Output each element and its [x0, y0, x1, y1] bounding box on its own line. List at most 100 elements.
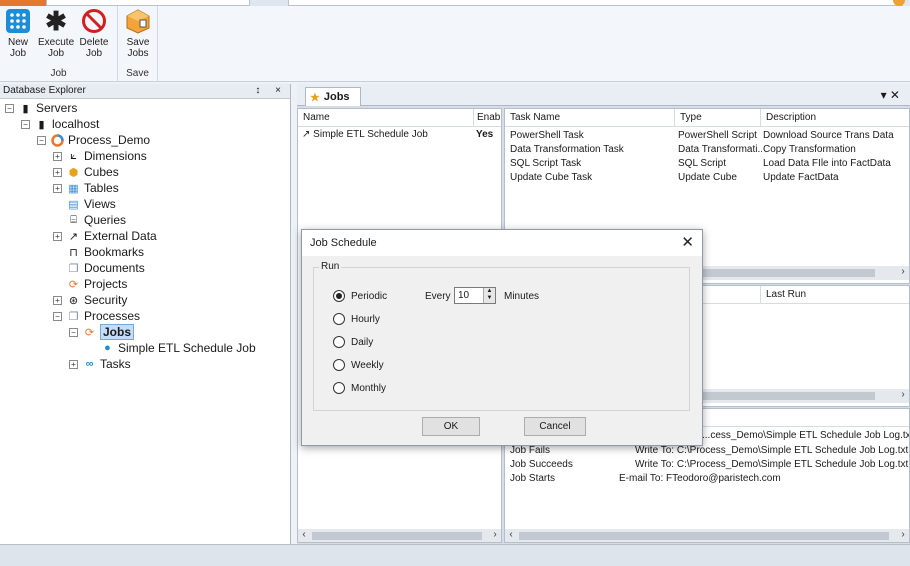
processes-icon: ❐ [68, 310, 79, 323]
tree-label: Dimensions [84, 149, 147, 163]
every-value[interactable]: 10 [458, 290, 469, 301]
column-header-last-run[interactable]: Last Run [761, 286, 909, 304]
task-row-name[interactable]: Update Cube Task [510, 172, 675, 183]
radio-dot[interactable] [333, 313, 345, 325]
radio-periodic[interactable]: Periodic [333, 290, 387, 302]
task-row-name[interactable]: Data Transformation Task [510, 144, 675, 155]
column-header-task-name[interactable]: Task Name [505, 109, 675, 127]
task-row-desc: Download Source Trans Data [763, 130, 894, 141]
tree-label: Views [84, 197, 116, 211]
tree-node-cubes[interactable]: + ⬢ Cubes [53, 164, 119, 180]
scroll-right-icon[interactable]: › [897, 389, 909, 400]
tree-node-servers[interactable]: − ▮ Servers [5, 100, 77, 116]
scroll-thumb[interactable] [312, 532, 482, 540]
column-header-type[interactable]: Type [675, 109, 761, 127]
tree-node-tasks[interactable]: + ∞ Tasks [69, 356, 131, 372]
tree-node-dimensions[interactable]: + ⟀ Dimensions [53, 148, 147, 164]
tree-label: Cubes [84, 165, 119, 179]
expand-icon[interactable]: + [53, 167, 62, 177]
radio-dot[interactable] [333, 382, 345, 394]
notification-action: ...cess_Demo\Simple ETL Schedule Job Log… [702, 430, 910, 441]
column-header-description[interactable]: Description [761, 109, 909, 127]
bookmark-icon: ⊓ [69, 246, 78, 259]
scroll-left-icon[interactable]: ‹ [298, 529, 310, 540]
execute-job-button[interactable]: ✱ Execute Job [38, 8, 74, 60]
close-icon[interactable]: ✕ [681, 233, 694, 251]
explorer-pin-close-icon[interactable]: ↕ × [255, 85, 287, 97]
new-job-button[interactable]: New Job [0, 8, 36, 59]
tree-node-process-demo[interactable]: − Process_Demo [37, 132, 150, 148]
expand-icon[interactable]: + [53, 151, 62, 161]
tree-node-queries[interactable]: ⌸ Queries [67, 212, 126, 228]
column-header-enabled[interactable]: Enabl [474, 109, 501, 127]
task-row-type: SQL Script [678, 158, 726, 169]
ribbon-group-save: Save Jobs Save [118, 6, 158, 82]
expand-icon[interactable]: + [69, 359, 78, 369]
notification-event[interactable]: Job Starts [510, 473, 630, 484]
scroll-right-icon[interactable]: › [897, 529, 909, 540]
jobs-row-name[interactable]: ↗ Simple ETL Schedule Job [302, 129, 472, 140]
every-stepper[interactable]: 10 ▲ ▼ [454, 287, 496, 304]
notification-event[interactable]: Job Fails [510, 445, 630, 456]
tree-node-documents[interactable]: ❐ Documents [67, 260, 145, 276]
notification-action: Write To: C:\Process_Demo\Simple ETL Sch… [635, 445, 909, 456]
scroll-right-icon[interactable]: › [489, 529, 501, 540]
radio-weekly[interactable]: Weekly [333, 359, 384, 371]
tab-jobs[interactable]: ★ Jobs [305, 87, 361, 106]
tree-node-tables[interactable]: + ▦ Tables [53, 180, 119, 196]
notification-action: Write To: C:\Process_Demo\Simple ETL Sch… [635, 459, 909, 470]
jobs-list-hscroll[interactable]: ‹ › [298, 529, 501, 542]
collapse-icon[interactable]: − [5, 103, 14, 113]
jobs-row-enabled: Yes [476, 129, 494, 140]
column-header-name[interactable]: Name [298, 109, 474, 127]
tree-node-localhost[interactable]: − ▮ localhost [21, 116, 99, 132]
tree-node-job-item[interactable]: ● Simple ETL Schedule Job [101, 340, 255, 356]
collapse-icon[interactable]: − [53, 311, 62, 321]
collapse-icon[interactable]: − [37, 135, 46, 145]
task-row-type: Update Cube [678, 172, 737, 183]
expand-icon[interactable]: + [53, 295, 62, 305]
view-icon: ▤ [68, 198, 79, 211]
radio-daily[interactable]: Daily [333, 336, 373, 348]
tree-node-views[interactable]: ▤ Views [67, 196, 116, 212]
radio-dot[interactable] [333, 359, 345, 371]
cube-icon: ⬢ [68, 166, 79, 179]
tree-node-security[interactable]: + ⊛ Security [53, 292, 127, 308]
security-icon: ⊛ [68, 294, 79, 307]
radio-monthly[interactable]: Monthly [333, 382, 386, 394]
tree-label: Tasks [100, 357, 131, 371]
radio-dot[interactable] [333, 336, 345, 348]
notifications-hscroll[interactable]: ‹ › [505, 529, 909, 542]
ok-button[interactable]: OK [422, 417, 480, 436]
tree-node-processes[interactable]: − ❐ Processes [53, 308, 140, 324]
collapse-icon[interactable]: − [21, 119, 30, 129]
scroll-left-icon[interactable]: ‹ [505, 529, 517, 540]
expand-icon[interactable]: + [53, 231, 62, 241]
notification-event[interactable]: Job Succeeds [510, 459, 630, 470]
job-item-icon: ● [104, 342, 111, 354]
minutes-label: Minutes [504, 291, 540, 302]
scroll-thumb[interactable] [519, 532, 889, 540]
task-row-name[interactable]: SQL Script Task [510, 158, 675, 169]
tab-jobs-label: Jobs [323, 91, 350, 103]
scroll-thumb[interactable] [685, 269, 875, 277]
delete-job-button[interactable]: Delete Job [76, 8, 112, 59]
scroll-right-icon[interactable]: › [897, 266, 909, 277]
tree-label: Projects [84, 277, 128, 291]
radio-dot-selected[interactable] [333, 290, 345, 302]
cancel-button[interactable]: Cancel [524, 417, 586, 436]
tree-node-projects[interactable]: ⟳ Projects [67, 276, 127, 292]
tree-node-jobs[interactable]: − ⟳ Jobs [69, 324, 135, 340]
server-icon: ▮ [38, 118, 45, 131]
scroll-thumb[interactable] [685, 392, 875, 400]
tree-label: Servers [36, 101, 78, 115]
task-row-name[interactable]: PowerShell Task [510, 130, 675, 141]
tab-menu-close-icon[interactable]: ▾ ✕ [881, 88, 900, 102]
stepper-arrows-icon[interactable]: ▲ ▼ [483, 288, 495, 303]
radio-hourly[interactable]: Hourly [333, 313, 380, 325]
tree-node-bookmarks[interactable]: ⊓ Bookmarks [67, 244, 144, 260]
collapse-icon[interactable]: − [69, 327, 78, 337]
expand-icon[interactable]: + [53, 183, 62, 193]
save-jobs-button[interactable]: Save Jobs [120, 8, 156, 59]
tree-node-external-data[interactable]: + ↗ External Data [53, 228, 157, 244]
